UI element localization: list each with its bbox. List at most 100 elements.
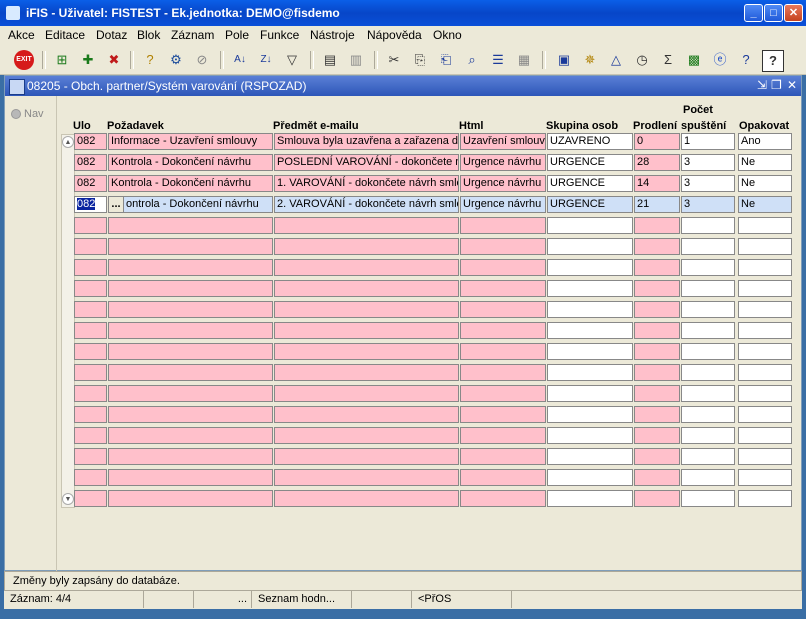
empty-cell-prodleni[interactable]: [634, 406, 680, 423]
query-icon[interactable]: ?: [140, 50, 160, 70]
network-icon[interactable]: ✵: [580, 50, 600, 70]
empty-cell-opakovat[interactable]: [738, 469, 792, 486]
menu-napoveda[interactable]: Nápověda: [367, 28, 422, 42]
empty-cell-skupina[interactable]: [547, 490, 633, 507]
empty-cell-pozadavek[interactable]: [108, 343, 273, 360]
vertical-scrollbar[interactable]: ▲ ▼: [61, 134, 75, 508]
menu-pole[interactable]: Pole: [225, 28, 249, 42]
form-restore-icon[interactable]: ❐: [771, 78, 782, 92]
empty-cell-skupina[interactable]: [547, 238, 633, 255]
empty-cell-prodleni[interactable]: [634, 238, 680, 255]
menu-zaznam[interactable]: Záznam: [171, 28, 214, 42]
menu-dotaz[interactable]: Dotaz: [96, 28, 127, 42]
empty-cell-predmet[interactable]: [274, 238, 459, 255]
menu-editace[interactable]: Editace: [45, 28, 85, 42]
cell-predmet[interactable]: POSLEDNÍ VAROVÁNÍ - dokončete ná: [274, 154, 459, 171]
empty-cell-ulo[interactable]: [74, 238, 107, 255]
menu-okno[interactable]: Okno: [433, 28, 462, 42]
empty-cell-pocet[interactable]: [681, 490, 735, 507]
exit-icon[interactable]: EXIT: [14, 50, 34, 70]
cell-ulo[interactable]: 082: [74, 154, 107, 171]
menu-nastroje[interactable]: Nástroje: [310, 28, 355, 42]
empty-cell-opakovat[interactable]: [738, 490, 792, 507]
empty-cell-pozadavek[interactable]: [108, 490, 273, 507]
empty-cell-skupina[interactable]: [547, 427, 633, 444]
menu-akce[interactable]: Akce: [8, 28, 35, 42]
empty-cell-pocet[interactable]: [681, 238, 735, 255]
empty-cell-pozadavek[interactable]: [108, 448, 273, 465]
cell-predmet[interactable]: 1. VAROVÁNÍ - dokončete návrh smlo: [274, 175, 459, 192]
empty-cell-skupina[interactable]: [547, 385, 633, 402]
empty-cell-pozadavek[interactable]: [108, 259, 273, 276]
empty-cell-html[interactable]: [460, 343, 546, 360]
cell-ulo[interactable]: 082: [74, 196, 107, 213]
empty-cell-skupina[interactable]: [547, 301, 633, 318]
cell-opakovat[interactable]: Ne: [738, 196, 792, 213]
empty-cell-pozadavek[interactable]: [108, 406, 273, 423]
cell-skupina[interactable]: URGENCE: [547, 154, 633, 171]
empty-cell-pozadavek[interactable]: [108, 217, 273, 234]
empty-cell-ulo[interactable]: [74, 364, 107, 381]
empty-cell-html[interactable]: [460, 280, 546, 297]
empty-cell-ulo[interactable]: [74, 322, 107, 339]
empty-cell-pocet[interactable]: [681, 280, 735, 297]
empty-cell-predmet[interactable]: [274, 469, 459, 486]
empty-cell-ulo[interactable]: [74, 406, 107, 423]
empty-cell-predmet[interactable]: [274, 217, 459, 234]
cell-skupina[interactable]: UZAVRENO: [547, 133, 633, 150]
cell-ulo[interactable]: 082: [74, 175, 107, 192]
find-icon[interactable]: ⌕: [462, 50, 482, 70]
empty-cell-skupina[interactable]: [547, 280, 633, 297]
empty-cell-ulo[interactable]: [74, 448, 107, 465]
empty-cell-ulo[interactable]: [74, 469, 107, 486]
clock-icon[interactable]: ◷: [632, 50, 652, 70]
empty-cell-pocet[interactable]: [681, 343, 735, 360]
empty-cell-ulo[interactable]: [74, 280, 107, 297]
empty-cell-pocet[interactable]: [681, 406, 735, 423]
form-close-icon[interactable]: ✕: [787, 78, 797, 92]
cell-html[interactable]: Urgence návrhu: [460, 154, 546, 171]
empty-cell-html[interactable]: [460, 364, 546, 381]
empty-cell-prodleni[interactable]: [634, 427, 680, 444]
empty-cell-pocet[interactable]: [681, 427, 735, 444]
empty-cell-skupina[interactable]: [547, 364, 633, 381]
empty-cell-predmet[interactable]: [274, 343, 459, 360]
empty-cell-prodleni[interactable]: [634, 217, 680, 234]
empty-cell-prodleni[interactable]: [634, 259, 680, 276]
empty-cell-opakovat[interactable]: [738, 322, 792, 339]
sum-icon[interactable]: Σ: [658, 50, 678, 70]
empty-cell-pozadavek[interactable]: [108, 322, 273, 339]
empty-cell-predmet[interactable]: [274, 448, 459, 465]
cancel-query-icon[interactable]: ⊘: [192, 50, 212, 70]
empty-cell-pozadavek[interactable]: [108, 385, 273, 402]
cell-pocet[interactable]: 3: [681, 196, 735, 213]
cell-pozadavek[interactable]: Kontrola - Dokončení návrhu: [108, 175, 273, 192]
empty-cell-pocet[interactable]: [681, 448, 735, 465]
empty-cell-pocet[interactable]: [681, 364, 735, 381]
chart-icon[interactable]: △: [606, 50, 626, 70]
maximize-button[interactable]: □: [764, 4, 783, 22]
empty-cell-pozadavek[interactable]: [108, 427, 273, 444]
empty-cell-opakovat[interactable]: [738, 280, 792, 297]
lov-button[interactable]: ...: [109, 197, 124, 212]
cell-html[interactable]: Urgence návrhu: [460, 175, 546, 192]
empty-cell-predmet[interactable]: [274, 259, 459, 276]
list-icon[interactable]: ☰: [488, 50, 508, 70]
empty-cell-prodleni[interactable]: [634, 490, 680, 507]
empty-cell-html[interactable]: [460, 322, 546, 339]
copy-icon[interactable]: ⎘: [410, 50, 430, 70]
sort-ascending-icon[interactable]: A↓: [230, 50, 250, 70]
empty-cell-html[interactable]: [460, 301, 546, 318]
empty-cell-predmet[interactable]: [274, 280, 459, 297]
empty-cell-opakovat[interactable]: [738, 259, 792, 276]
empty-cell-skupina[interactable]: [547, 217, 633, 234]
form-minimize-icon[interactable]: ⇲: [757, 78, 767, 92]
empty-cell-pozadavek[interactable]: [108, 280, 273, 297]
cell-opakovat[interactable]: Ne: [738, 175, 792, 192]
menu-blok[interactable]: Blok: [137, 28, 160, 42]
empty-cell-prodleni[interactable]: [634, 322, 680, 339]
empty-cell-ulo[interactable]: [74, 259, 107, 276]
empty-cell-opakovat[interactable]: [738, 427, 792, 444]
cell-pozadavek[interactable]: Informace - Uzavření smlouvy: [108, 133, 273, 150]
empty-cell-pozadavek[interactable]: [108, 469, 273, 486]
